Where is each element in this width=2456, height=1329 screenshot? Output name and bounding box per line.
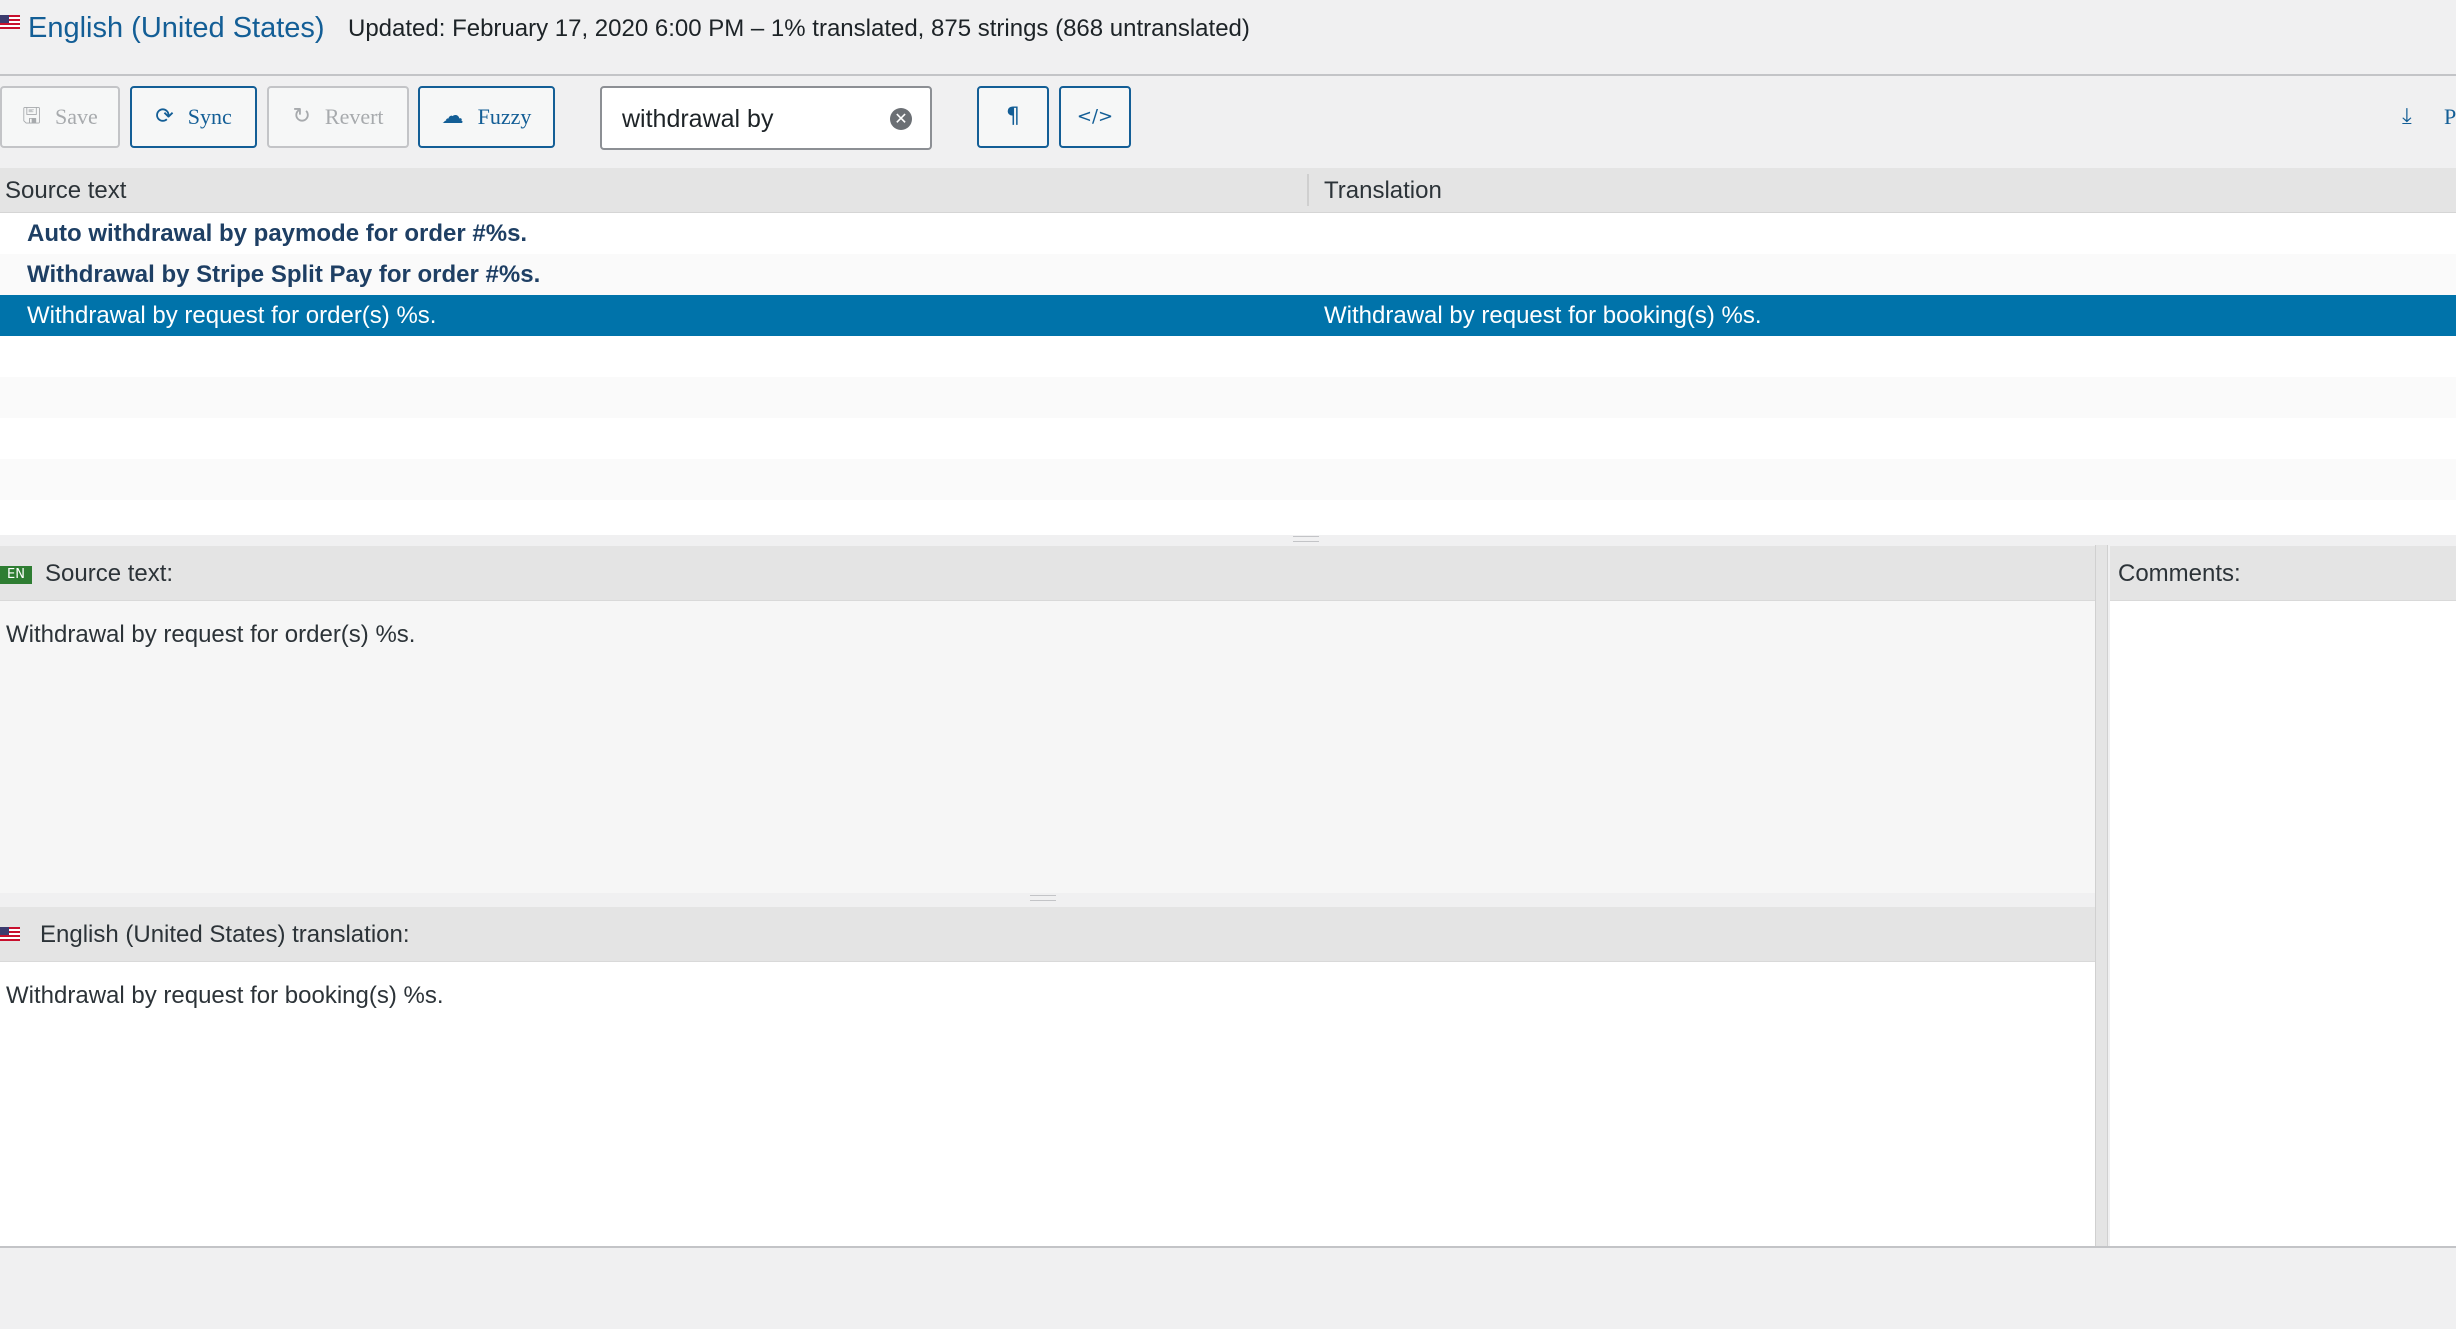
flag-us-icon [0,927,20,941]
translation-box [0,962,2095,1246]
toggle-invisibles-button[interactable]: ¶ [977,86,1049,148]
list-item-source: Withdrawal by Stripe Split Pay for order… [27,261,541,288]
search-box: ✕ [600,86,932,150]
flag-us-icon [0,15,20,29]
list-item[interactable]: Auto withdrawal by paymode for order #%s… [0,213,2456,254]
revert-button-label: Revert [324,104,384,129]
update-status-text: Updated: February 17, 2020 6:00 PM – 1% … [348,15,1250,42]
save-button[interactable]: 🖫 Save [0,86,120,148]
source-text-box: Withdrawal by request for order(s) %s. [0,601,2095,893]
column-header-source[interactable]: Source text [5,177,126,205]
cloud-icon: ☁ [441,104,464,129]
empty-row [0,459,2456,500]
column-header-translation[interactable]: Translation [1324,177,1442,205]
bottom-divider [0,1246,2456,1248]
list-item-translation: Withdrawal by request for booking(s) %s. [1324,302,1762,329]
clear-icon[interactable]: ✕ [890,108,912,130]
search-input[interactable] [620,102,874,136]
source-language-badge: EN [0,566,32,584]
sync-button-label: Sync [187,104,232,129]
list-item-source: Withdrawal by request for order(s) %s. [27,302,437,329]
empty-row [0,500,2456,535]
revert-button[interactable]: ↻ Revert [267,86,409,148]
toggle-code-view-button[interactable]: </> [1059,86,1131,148]
fuzzy-button[interactable]: ☁ Fuzzy [418,86,555,148]
language-title-link[interactable]: English (United States) [28,12,325,45]
download-icon[interactable]: ⤓ [2402,104,2412,129]
translation-panel-label: English (United States) translation: [40,921,410,948]
pilcrow-icon: ¶ [1006,104,1020,129]
source-panel-label: Source text: [45,560,174,587]
string-list-header: Source text Translation [0,168,2456,213]
header: English (United States) Updated: Februar… [0,0,2456,74]
sync-button[interactable]: ⟳ Sync [130,86,257,148]
empty-row [0,336,2456,377]
comments-panel-label: Comments: [2118,560,2241,587]
header-divider [0,74,2456,76]
list-item-selected[interactable]: Withdrawal by request for order(s) %s. W… [0,295,2456,336]
code-icon: </> [1076,106,1114,127]
list-resize-grip[interactable] [1293,536,1319,542]
translation-panel-header: English (United States) translation: [0,907,2095,962]
revert-icon: ↻ [292,104,311,129]
list-item-source: Auto withdrawal by paymode for order #%s… [27,220,528,247]
save-icon: 🖫 [22,104,41,129]
save-button-label: Save [54,104,98,129]
editor-resize-grip[interactable] [1030,895,1056,901]
empty-row [0,377,2456,418]
string-list: Auto withdrawal by paymode for order #%s… [0,213,2456,535]
comments-panel-header: Comments: [2110,546,2456,601]
source-text: Withdrawal by request for order(s) %s. [6,621,416,648]
sync-icon: ⟳ [155,104,174,129]
panel-vertical-splitter[interactable] [2095,545,2108,1247]
source-panel-header: EN Source text: [0,546,2095,601]
fuzzy-button-label: Fuzzy [477,104,532,129]
empty-row [0,418,2456,459]
download-button-label[interactable]: P [2444,104,2456,130]
comments-box[interactable] [2110,601,2456,1246]
column-resize-handle[interactable] [1307,174,1309,206]
translation-textarea[interactable] [0,962,2095,1246]
list-item[interactable]: Withdrawal by Stripe Split Pay for order… [0,254,2456,295]
